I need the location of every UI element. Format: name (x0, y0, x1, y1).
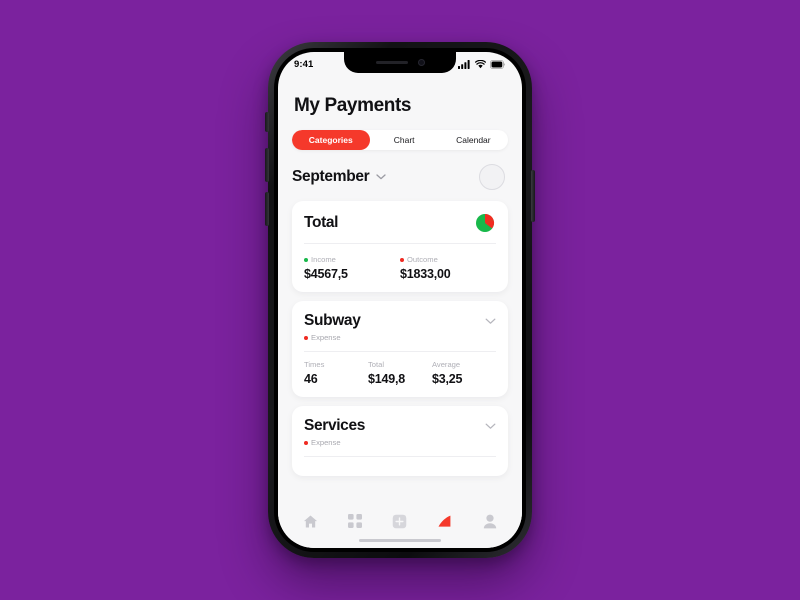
stat-income: Income $4567,5 (304, 252, 400, 281)
tab-categories[interactable]: Categories (292, 130, 370, 150)
services-card-divider (304, 456, 496, 457)
plus-square-icon (393, 514, 407, 528)
grid-icon (348, 514, 363, 528)
income-tag: Income (304, 255, 400, 264)
services-tag: Expense (304, 438, 496, 447)
notch (344, 52, 456, 73)
services-card[interactable]: Services Expense (292, 406, 508, 476)
stat-outcome: Outcome $1833,00 (400, 252, 496, 281)
screenshot-stage: 9:41 My Payments Categories Chart Calend… (0, 0, 800, 600)
earpiece-speaker-icon (375, 61, 408, 64)
battery-icon (490, 60, 506, 69)
total-label: Total (367, 360, 385, 369)
subway-card[interactable]: Subway Expense Times 46 Total $149,8 Ave… (292, 301, 508, 397)
outcome-dot-icon (400, 257, 404, 262)
income-value: $4567,5 (304, 267, 348, 281)
phone-frame: 9:41 My Payments Categories Chart Calend… (268, 42, 532, 558)
outcome-tag: Outcome (400, 255, 496, 264)
expense-dot-icon (304, 440, 308, 445)
total-card-stats: Income $4567,5 Outcome $1833,00 (304, 252, 496, 281)
chevron-down-icon[interactable] (485, 318, 496, 325)
subway-tag: Expense (304, 333, 496, 342)
tab-home[interactable] (288, 514, 333, 529)
month-selector[interactable]: September (292, 168, 387, 186)
category-card-list: Total Income $4567,5 Outcome $1833,00 Su… (292, 201, 508, 476)
stat-average: Average $3,25 (432, 360, 496, 386)
subway-tag-label: Expense (311, 333, 341, 342)
person-icon (483, 514, 496, 528)
subway-card-title: Subway (304, 312, 361, 329)
status-bar-icons (458, 60, 506, 69)
subway-card-stats: Times 46 Total $149,8 Average $3,25 (304, 360, 496, 386)
times-label: Times (304, 360, 325, 369)
average-label: Average (431, 360, 461, 369)
silent-switch[interactable] (265, 112, 269, 132)
month-label: September (292, 168, 370, 185)
tab-categories-grid[interactable] (333, 514, 378, 528)
outcome-label: Outcome (407, 255, 438, 264)
view-mode-segmented-control[interactable]: Categories Chart Calendar (292, 130, 508, 150)
total-card[interactable]: Total Income $4567,5 Outcome $1833,00 (292, 201, 508, 292)
services-card-header: Services (304, 417, 496, 435)
phone-bezel: 9:41 My Payments Categories Chart Calend… (274, 48, 526, 552)
chevron-down-icon[interactable] (485, 423, 496, 430)
month-row: September (292, 164, 508, 190)
expense-dot-icon (304, 335, 308, 340)
total-card-header: Total (304, 212, 496, 234)
total-card-divider (304, 243, 496, 244)
home-icon (303, 515, 317, 527)
cellular-signal-icon (458, 60, 470, 69)
total-card-title: Total (304, 214, 339, 231)
subway-card-header: Subway (304, 312, 496, 330)
times-value: 46 (304, 372, 318, 386)
wifi-icon (475, 60, 486, 69)
outcome-value: $1833,00 (400, 267, 451, 281)
stat-times: Times 46 (304, 360, 368, 386)
avatar[interactable] (479, 164, 505, 190)
phone-screen: 9:41 My Payments Categories Chart Calend… (278, 52, 522, 548)
average-value: $3,25 (431, 372, 463, 386)
front-camera-icon (417, 59, 425, 66)
pie-chart-icon (476, 213, 495, 232)
power-button[interactable] (531, 170, 535, 222)
total-value: $149,8 (367, 372, 406, 386)
income-dot-icon (304, 257, 308, 262)
volume-up-button[interactable] (265, 148, 269, 182)
services-tag-label: Expense (311, 438, 341, 447)
page-title: My Payments (294, 95, 412, 116)
stat-total: Total $149,8 (368, 360, 432, 386)
tab-chart[interactable]: Chart (370, 130, 439, 150)
income-label: Income (311, 255, 336, 264)
services-card-title: Services (304, 417, 365, 434)
volume-down-button[interactable] (265, 192, 269, 226)
tab-profile[interactable] (467, 514, 512, 529)
chevron-down-icon (376, 174, 387, 180)
home-indicator (359, 538, 441, 542)
bar-chart-icon (438, 515, 451, 527)
app-content: My Payments Categories Chart Calendar Se… (278, 77, 522, 548)
subway-card-divider (304, 351, 496, 352)
status-bar-clock: 9:41 (294, 59, 314, 70)
tab-statistics[interactable] (422, 514, 467, 528)
tab-add[interactable] (378, 514, 423, 529)
tab-calendar[interactable]: Calendar (439, 130, 508, 150)
